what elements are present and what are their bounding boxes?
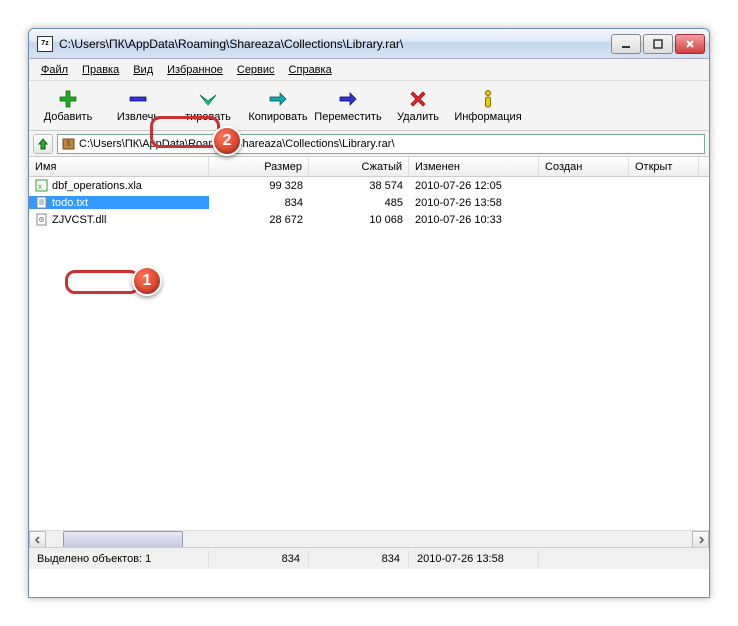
excel-file-icon: x bbox=[35, 179, 48, 192]
status-selected: Выделено объектов: 1 bbox=[29, 551, 209, 567]
col-created[interactable]: Создан bbox=[539, 157, 629, 176]
svg-text:x: x bbox=[38, 182, 42, 191]
file-packed: 38 574 bbox=[309, 180, 409, 192]
x-icon bbox=[408, 89, 428, 109]
add-button[interactable]: Добавить bbox=[33, 83, 103, 129]
test-label: тировать bbox=[185, 111, 231, 123]
chevron-right-icon bbox=[697, 536, 705, 544]
scroll-thumb[interactable] bbox=[63, 531, 183, 547]
window-buttons bbox=[611, 34, 705, 54]
menu-file[interactable]: Файл bbox=[35, 62, 74, 78]
horizontal-scrollbar[interactable] bbox=[29, 530, 709, 547]
chevron-left-icon bbox=[34, 536, 42, 544]
menu-help[interactable]: Справка bbox=[283, 62, 338, 78]
address-input[interactable]: C:\Users\ПК\AppData\Roaming\Shareaza\Col… bbox=[57, 134, 705, 154]
statusbar: Выделено объектов: 1 834 834 2010-07-26 … bbox=[29, 547, 709, 569]
col-size[interactable]: Размер bbox=[209, 157, 309, 176]
address-text: C:\Users\ПК\AppData\Roaming\Shareaza\Col… bbox=[79, 138, 395, 150]
extract-label: Извлечь bbox=[117, 111, 159, 123]
file-modified: 2010-07-26 10:33 bbox=[409, 214, 539, 226]
minimize-button[interactable] bbox=[611, 34, 641, 54]
info-label: Информация bbox=[454, 111, 521, 123]
app-window: 7z C:\Users\ПК\AppData\Roaming\Shareaza\… bbox=[28, 28, 710, 598]
list-item[interactable]: todo.txt 834 485 2010-07-26 13:58 bbox=[29, 194, 709, 211]
archive-icon bbox=[62, 137, 75, 150]
copy-label: Копировать bbox=[248, 111, 307, 123]
delete-label: Удалить bbox=[397, 111, 439, 123]
up-button[interactable] bbox=[33, 134, 53, 154]
file-size: 834 bbox=[209, 197, 309, 209]
file-packed: 10 068 bbox=[309, 214, 409, 226]
menu-edit[interactable]: Правка bbox=[76, 62, 125, 78]
copy-button[interactable]: Копировать bbox=[243, 83, 313, 129]
close-button[interactable] bbox=[675, 34, 705, 54]
move-button[interactable]: Переместить bbox=[313, 83, 383, 129]
scroll-left-button[interactable] bbox=[29, 531, 46, 547]
titlebar[interactable]: 7z C:\Users\ПК\AppData\Roaming\Shareaza\… bbox=[29, 29, 709, 59]
toolbar: Добавить Извлечь тировать Копировать Пер… bbox=[29, 81, 709, 131]
status-size: 834 bbox=[209, 551, 309, 567]
list-item[interactable]: x dbf_operations.xla 99 328 38 574 2010-0… bbox=[29, 177, 709, 194]
col-opened[interactable]: Открыт bbox=[629, 157, 699, 176]
check-icon bbox=[198, 89, 218, 109]
menubar: Файл Правка Вид Избранное Сервис Справка bbox=[29, 59, 709, 81]
menu-view[interactable]: Вид bbox=[127, 62, 159, 78]
up-arrow-icon bbox=[36, 137, 50, 151]
col-name[interactable]: Имя bbox=[29, 157, 209, 176]
move-label: Переместить bbox=[314, 111, 381, 123]
text-file-icon bbox=[35, 196, 48, 209]
menu-favorites[interactable]: Избранное bbox=[161, 62, 229, 78]
menu-tools[interactable]: Сервис bbox=[231, 62, 281, 78]
window-title: C:\Users\ПК\AppData\Roaming\Shareaza\Col… bbox=[59, 37, 611, 51]
file-name: dbf_operations.xla bbox=[52, 180, 142, 192]
file-size: 99 328 bbox=[209, 180, 309, 192]
info-button[interactable]: Информация bbox=[453, 83, 523, 129]
add-label: Добавить bbox=[44, 111, 93, 123]
test-button[interactable]: тировать bbox=[173, 83, 243, 129]
app-icon: 7z bbox=[37, 36, 53, 52]
file-packed: 485 bbox=[309, 197, 409, 209]
col-packed[interactable]: Сжатый bbox=[309, 157, 409, 176]
file-modified: 2010-07-26 12:05 bbox=[409, 180, 539, 192]
col-modified[interactable]: Изменен bbox=[409, 157, 539, 176]
file-size: 28 672 bbox=[209, 214, 309, 226]
extract-button[interactable]: Извлечь bbox=[103, 83, 173, 129]
info-icon bbox=[478, 89, 498, 109]
arrow-right-teal-icon bbox=[268, 89, 288, 109]
file-name: todo.txt bbox=[52, 197, 88, 209]
file-list[interactable]: x dbf_operations.xla 99 328 38 574 2010-0… bbox=[29, 177, 709, 547]
plus-icon bbox=[58, 89, 78, 109]
file-name: ZJVCST.dll bbox=[52, 214, 106, 226]
delete-button[interactable]: Удалить bbox=[383, 83, 453, 129]
minus-icon bbox=[128, 89, 148, 109]
list-item[interactable]: ZJVCST.dll 28 672 10 068 2010-07-26 10:3… bbox=[29, 211, 709, 228]
dll-file-icon bbox=[35, 213, 48, 226]
list-header: Имя Размер Сжатый Изменен Создан Открыт bbox=[29, 157, 709, 177]
scroll-right-button[interactable] bbox=[692, 531, 709, 547]
status-modified: 2010-07-26 13:58 bbox=[409, 551, 539, 567]
addressbar: C:\Users\ПК\AppData\Roaming\Shareaza\Col… bbox=[29, 131, 709, 157]
arrow-right-blue-icon bbox=[338, 89, 358, 109]
maximize-button[interactable] bbox=[643, 34, 673, 54]
status-packed: 834 bbox=[309, 551, 409, 567]
file-modified: 2010-07-26 13:58 bbox=[409, 197, 539, 209]
